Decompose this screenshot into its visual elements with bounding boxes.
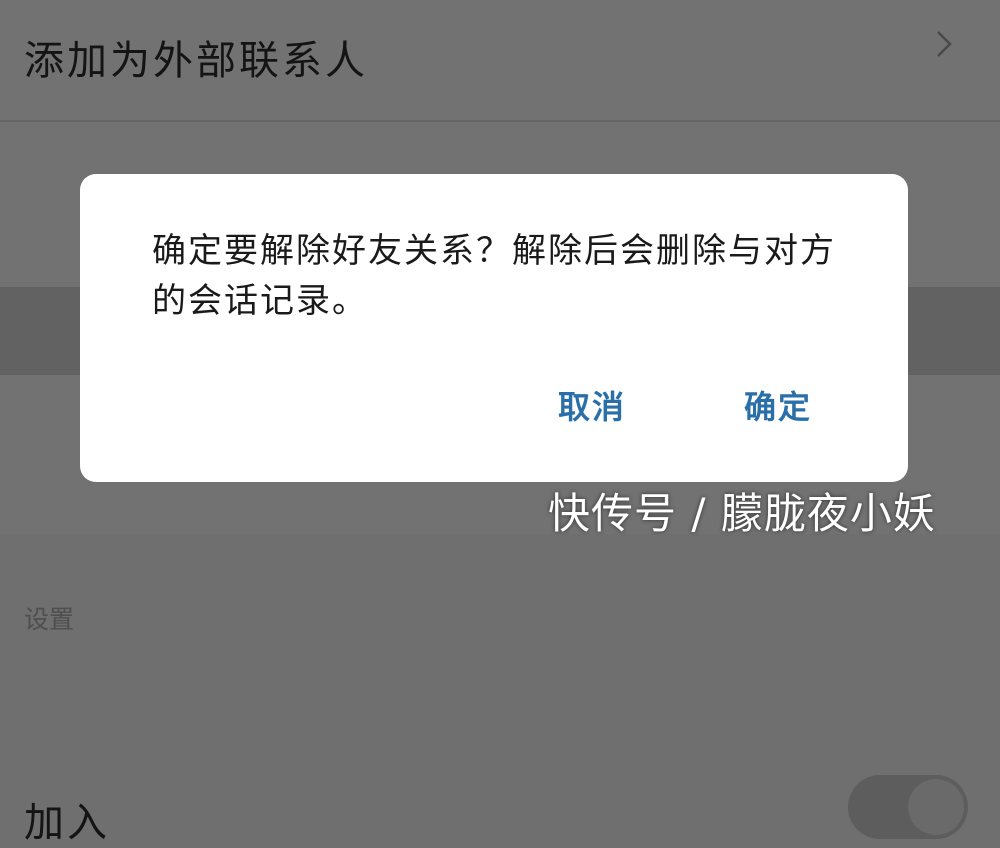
join-setting-label: 加入: [24, 800, 110, 846]
section-header-label: 设置: [24, 605, 75, 634]
chevron-right-icon: [937, 31, 952, 57]
cancel-button[interactable]: 取消: [558, 382, 626, 428]
add-external-contact-row[interactable]: 添加为外部联系人: [0, 0, 1000, 122]
add-external-contact-label: 添加为外部联系人: [24, 38, 368, 84]
confirm-dialog: 确定要解除好友关系？解除后会删除与对方的会话记录。 取消 确定: [80, 174, 908, 482]
watermark-text: 快传号 / 朦胧夜小妖: [548, 489, 936, 538]
dialog-message: 确定要解除好友关系？解除后会删除与对方的会话记录。: [152, 231, 836, 321]
join-setting-toggle[interactable]: [848, 775, 968, 839]
confirm-button[interactable]: 确定: [744, 382, 812, 428]
